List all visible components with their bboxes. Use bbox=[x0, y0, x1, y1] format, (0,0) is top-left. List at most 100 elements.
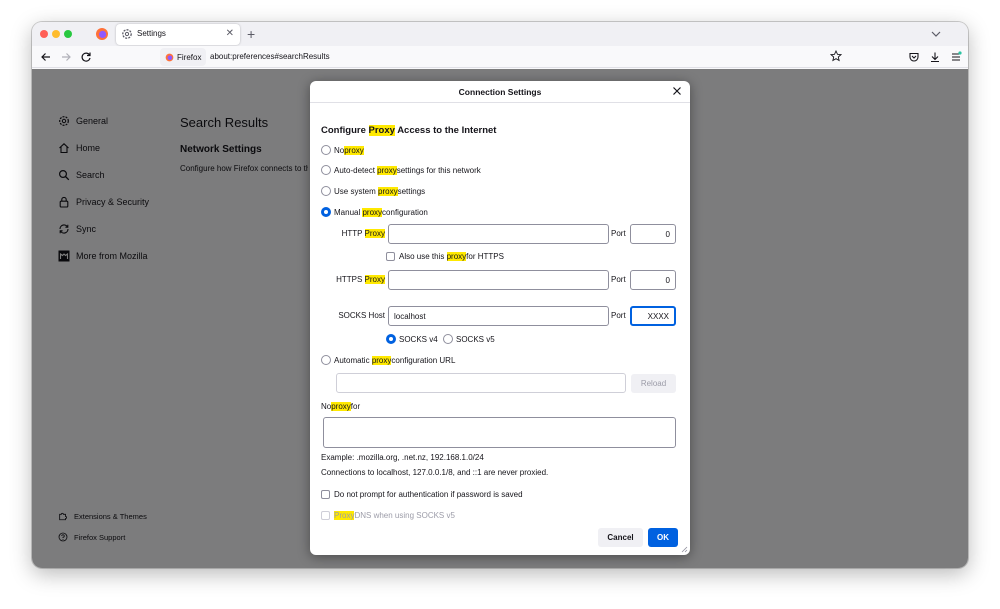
option-label: No bbox=[334, 145, 345, 155]
option-label: Auto-detect bbox=[334, 165, 375, 175]
proxy-dns-checkbox[interactable] bbox=[321, 511, 330, 520]
dialog-heading: Configure Proxy Access to the Internet bbox=[321, 125, 496, 136]
https-port-label: Port bbox=[611, 275, 626, 284]
heading-text: Configure bbox=[321, 125, 369, 136]
label-text: HTTP bbox=[341, 229, 365, 238]
no-prompt-auth-checkbox[interactable] bbox=[321, 490, 330, 499]
radio-system-proxy[interactable] bbox=[321, 186, 331, 196]
option-highlight: proxy bbox=[344, 145, 364, 155]
checkbox-label: for HTTPS bbox=[466, 252, 504, 261]
no-proxy-for-label: No proxy for bbox=[321, 402, 360, 411]
firefox-icon bbox=[165, 53, 174, 61]
url-text[interactable]: about:preferences#searchResults bbox=[210, 52, 330, 61]
reload-icon[interactable] bbox=[80, 51, 92, 63]
option-label: Manual bbox=[334, 207, 361, 217]
radio-no-proxy[interactable] bbox=[321, 145, 331, 155]
cancel-button[interactable]: Cancel bbox=[598, 528, 643, 547]
checkbox-highlight: Proxy bbox=[334, 511, 355, 520]
option-highlight: proxy bbox=[378, 186, 398, 196]
label-text: HTTPS bbox=[336, 275, 365, 284]
http-port-input[interactable] bbox=[630, 224, 676, 244]
close-icon[interactable]: ✕ bbox=[226, 28, 234, 39]
socks-port-input[interactable] bbox=[630, 306, 676, 326]
radio-auto-proxy-url[interactable] bbox=[321, 355, 331, 365]
socks-v4-option[interactable]: SOCKS v4 bbox=[386, 334, 438, 344]
never-proxied-text: Connections to localhost, 127.0.0.1/8, a… bbox=[321, 468, 549, 477]
socks-port-label: Port bbox=[611, 311, 626, 320]
https-proxy-label: HTTPS Proxy bbox=[330, 275, 385, 284]
label-text: No bbox=[321, 402, 332, 411]
option-label: Automatic bbox=[334, 355, 370, 365]
option-label: SOCKS v4 bbox=[399, 334, 438, 344]
also-https-checkbox[interactable] bbox=[386, 252, 395, 261]
checkbox-label: Do not prompt for authentication if pass… bbox=[334, 490, 523, 499]
radio-auto-detect[interactable] bbox=[321, 165, 331, 175]
option-highlight: proxy bbox=[377, 165, 397, 175]
pocket-icon[interactable] bbox=[908, 51, 920, 63]
option-label: SOCKS v5 bbox=[456, 334, 495, 344]
resize-grip-icon[interactable] bbox=[680, 545, 688, 553]
option-label: settings bbox=[397, 186, 426, 196]
downloads-icon[interactable] bbox=[929, 51, 941, 63]
heading-text: Access to the Internet bbox=[394, 125, 497, 136]
https-port-input[interactable] bbox=[630, 270, 676, 290]
socks-host-input[interactable] bbox=[388, 306, 609, 326]
gear-icon bbox=[122, 29, 132, 39]
tab-bar: Settings ✕ + bbox=[32, 22, 968, 46]
option-system-proxy[interactable]: Use system proxy settings bbox=[321, 186, 425, 196]
option-label: configuration URL bbox=[391, 355, 456, 365]
new-tab-button[interactable]: + bbox=[247, 26, 255, 42]
no-prompt-auth-option[interactable]: Do not prompt for authentication if pass… bbox=[321, 490, 523, 499]
radio-socks-v4[interactable] bbox=[386, 334, 396, 344]
option-manual-proxy[interactable]: Manual proxy configuration bbox=[321, 207, 428, 217]
identity-box[interactable]: Firefox bbox=[160, 48, 207, 66]
http-port-label: Port bbox=[611, 229, 626, 238]
url-bar[interactable]: Firefox about:preferences#searchResults bbox=[160, 48, 846, 66]
label-highlight: Proxy bbox=[364, 275, 385, 284]
checkbox-highlight: proxy bbox=[446, 252, 467, 261]
radio-socks-v5[interactable] bbox=[443, 334, 453, 344]
checkbox-label: Also use this bbox=[399, 252, 445, 261]
navigation-toolbar: Firefox about:preferences#searchResults bbox=[32, 46, 968, 68]
option-highlight: proxy bbox=[362, 207, 383, 217]
minimize-window-button[interactable] bbox=[52, 30, 60, 38]
connection-settings-dialog: Connection Settings Configure Proxy Acce… bbox=[310, 81, 690, 555]
option-label: Use system bbox=[334, 186, 376, 196]
label-highlight: Proxy bbox=[364, 229, 385, 238]
reload-button[interactable]: Reload bbox=[631, 374, 676, 393]
menu-icon[interactable] bbox=[950, 51, 962, 63]
bookmark-star-icon[interactable] bbox=[830, 50, 842, 62]
http-proxy-input[interactable] bbox=[388, 224, 609, 244]
http-proxy-label: HTTP Proxy bbox=[330, 229, 385, 238]
forward-icon[interactable] bbox=[60, 51, 72, 63]
firefox-icon[interactable] bbox=[95, 27, 109, 41]
example-text: Example: .mozilla.org, .net.nz, 192.168.… bbox=[321, 453, 484, 462]
dialog-header: Connection Settings bbox=[310, 81, 690, 103]
tab-settings[interactable]: Settings ✕ bbox=[116, 24, 240, 45]
option-label: configuration bbox=[382, 207, 428, 217]
socks-v5-option[interactable]: SOCKS v5 bbox=[443, 334, 495, 344]
option-highlight: proxy bbox=[371, 355, 392, 365]
radio-manual-proxy[interactable] bbox=[321, 207, 331, 217]
heading-highlight: Proxy bbox=[368, 125, 395, 136]
option-no-proxy[interactable]: No proxy bbox=[321, 145, 364, 155]
option-auto-proxy-url[interactable]: Automatic proxy configuration URL bbox=[321, 355, 455, 365]
tab-title: Settings bbox=[137, 29, 166, 38]
auto-proxy-url-input[interactable] bbox=[336, 373, 626, 393]
no-proxy-for-textarea[interactable] bbox=[323, 417, 676, 448]
https-proxy-input[interactable] bbox=[388, 270, 609, 290]
also-use-for-https[interactable]: Also use this proxy for HTTPS bbox=[386, 252, 504, 261]
chevron-down-icon[interactable] bbox=[930, 28, 942, 40]
identity-label: Firefox bbox=[177, 52, 202, 62]
proxy-dns-option[interactable]: Proxy DNS when using SOCKS v5 bbox=[321, 511, 455, 520]
socks-host-label: SOCKS Host bbox=[338, 311, 385, 320]
option-label: settings for this network bbox=[396, 165, 481, 175]
close-window-button[interactable] bbox=[40, 30, 48, 38]
dialog-title: Connection Settings bbox=[458, 87, 542, 97]
close-icon[interactable] bbox=[671, 85, 683, 97]
ok-button[interactable]: OK bbox=[648, 528, 678, 547]
back-icon[interactable] bbox=[40, 51, 52, 63]
label-highlight: proxy bbox=[331, 402, 351, 411]
zoom-window-button[interactable] bbox=[64, 30, 72, 38]
option-auto-detect[interactable]: Auto-detect proxy settings for this netw… bbox=[321, 165, 481, 175]
